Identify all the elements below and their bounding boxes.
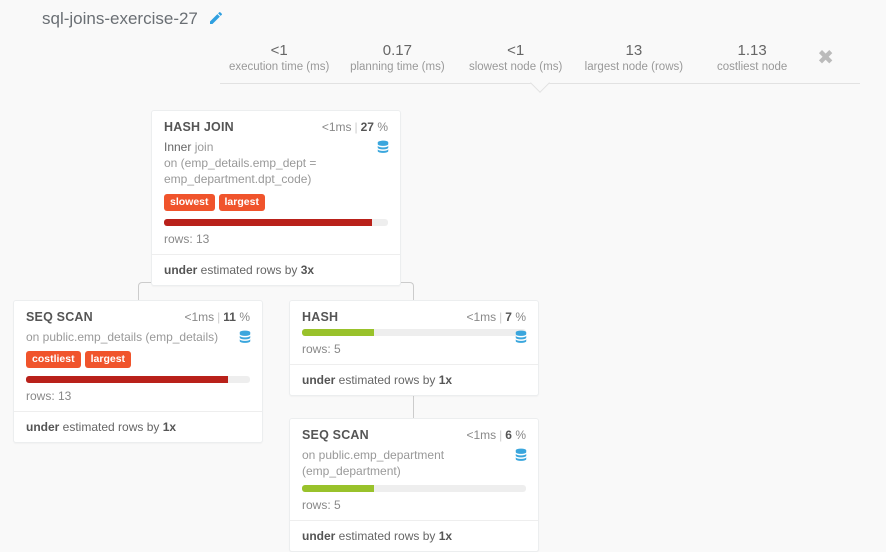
node-footer: under estimated rows by 1x [14, 411, 262, 442]
rows-count: rows: 13 [26, 389, 250, 403]
stat-label: planning time (ms) [338, 61, 456, 73]
progress-fill [302, 485, 374, 492]
plan-node-hash[interactable]: HASH <1ms|7 % rows: 5 under estimated ro… [289, 300, 539, 396]
rows-count: rows: 13 [164, 232, 388, 246]
progress-bar [302, 485, 526, 492]
node-title: HASH [302, 310, 338, 324]
node-meta: <1ms|7 % [466, 310, 526, 324]
node-footer: under estimated rows by 3x [152, 254, 400, 285]
stat-label: execution time (ms) [220, 61, 338, 73]
close-icon[interactable]: ✖ [811, 45, 840, 70]
progress-bar [164, 219, 388, 226]
node-meta: <1ms|27 % [322, 120, 388, 134]
progress-fill [164, 219, 372, 226]
node-description: on public.emp_details (emp_details) [26, 329, 250, 345]
stat-value: 1.13 [693, 42, 811, 59]
stat-label: slowest node (ms) [457, 61, 575, 73]
tag-largest: largest [219, 194, 265, 211]
database-icon [238, 329, 252, 347]
tag-largest: largest [85, 351, 131, 368]
plan-node-hash-join[interactable]: HASH JOIN <1ms|27 % Inner join on (emp_d… [151, 110, 401, 286]
database-icon [514, 447, 528, 465]
stat-value: 0.17 [338, 42, 456, 59]
page-title: sql-joins-exercise-27 [42, 9, 198, 29]
rows-count: rows: 5 [302, 342, 526, 356]
node-meta: <1ms|6 % [466, 428, 526, 442]
stat-execution-time: <1 execution time (ms) [220, 42, 338, 73]
stat-value: 13 [575, 42, 693, 59]
progress-fill [302, 329, 374, 336]
tag-costliest: costliest [26, 351, 81, 368]
pointer-icon [530, 73, 550, 93]
pencil-icon[interactable] [208, 10, 224, 29]
tag-slowest: slowest [164, 194, 215, 211]
stat-value: <1 [457, 42, 575, 59]
database-icon [376, 139, 390, 157]
database-icon [514, 329, 528, 347]
node-footer: under estimated rows by 1x [290, 364, 538, 395]
stat-largest-node: 13 largest node (rows) [575, 42, 693, 73]
node-footer: under estimated rows by 1x [290, 520, 538, 551]
rows-count: rows: 5 [302, 498, 526, 512]
stats-bar: <1 execution time (ms) 0.17 planning tim… [220, 42, 860, 84]
progress-fill [26, 376, 228, 383]
node-description: on public.emp_department (emp_department… [302, 447, 526, 479]
stat-slowest-node: <1 slowest node (ms) [457, 42, 575, 73]
stat-label: costliest node [693, 61, 811, 73]
plan-node-seq-scan-emp-details[interactable]: SEQ SCAN <1ms|11 % on public.emp_details… [13, 300, 263, 443]
stat-costliest-node: 1.13 costliest node [693, 42, 811, 73]
stat-planning-time: 0.17 planning time (ms) [338, 42, 456, 73]
node-title: HASH JOIN [164, 120, 234, 134]
progress-bar [302, 329, 526, 336]
node-title: SEQ SCAN [26, 310, 93, 324]
stat-value: <1 [220, 42, 338, 59]
plan-node-seq-scan-emp-department[interactable]: SEQ SCAN <1ms|6 % on public.emp_departme… [289, 418, 539, 552]
node-title: SEQ SCAN [302, 428, 369, 442]
progress-bar [26, 376, 250, 383]
node-meta: <1ms|11 % [184, 310, 250, 324]
node-description: Inner join on (emp_details.emp_dept = em… [164, 139, 388, 188]
stat-label: largest node (rows) [575, 61, 693, 73]
